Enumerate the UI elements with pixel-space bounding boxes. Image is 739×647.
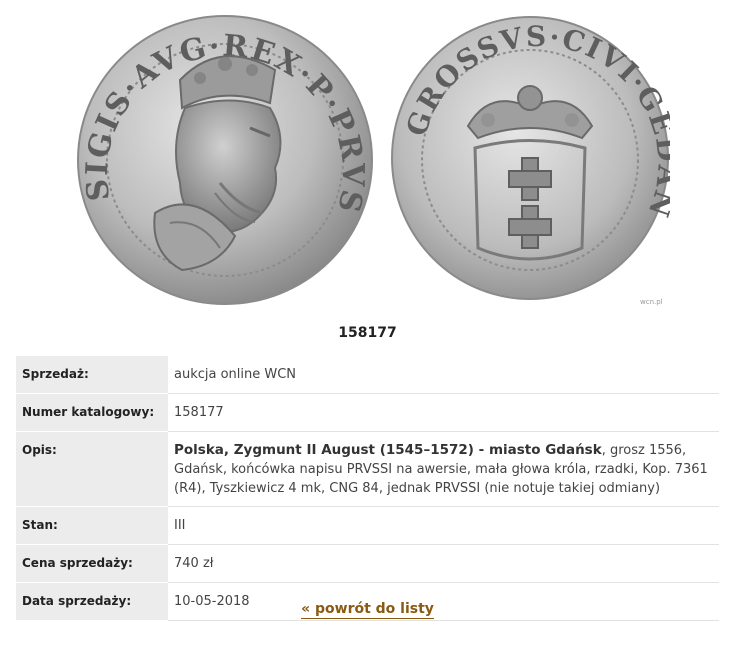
details-label: Stan: <box>16 506 168 545</box>
details-value: 740 zł <box>168 544 719 583</box>
details-label: Sprzedaż: <box>16 356 168 394</box>
details-row-description: Opis: Polska, Zygmunt II August (1545–15… <box>16 431 719 507</box>
watermark: wcn.pl <box>640 298 663 306</box>
details-label: Cena sprzedaży: <box>16 544 168 583</box>
back-to-list-link[interactable]: « powrót do listy <box>301 601 434 619</box>
details-row-condition: Stan: III <box>16 506 719 545</box>
description-title: Polska, Zygmunt II August (1545–1572) - … <box>174 442 602 458</box>
details-value: III <box>168 506 719 545</box>
details-label: Opis: <box>16 431 168 507</box>
details-value: aukcja online WCN <box>168 356 719 394</box>
details-value: Polska, Zygmunt II August (1545–1572) - … <box>168 431 719 507</box>
lot-details-table: Sprzedaż: aukcja online WCN Numer katalo… <box>16 356 719 621</box>
lot-number: 158177 <box>338 325 397 341</box>
details-row-catalog-number: Numer katalogowy: 158177 <box>16 393 719 432</box>
details-row-price: Cena sprzedaży: 740 zł <box>16 544 719 583</box>
coin-photo: SIGIS·AVG·REX·P·PRVSSI GROSSVS·CIVI·GEDA… <box>70 8 670 313</box>
details-value: 158177 <box>168 393 719 432</box>
details-row-sale: Sprzedaż: aukcja online WCN <box>16 356 719 394</box>
back-link-wrapper: « powrót do listy <box>0 598 735 619</box>
details-label: Numer katalogowy: <box>16 393 168 432</box>
coin-obverse: SIGIS·AVG·REX·P·PRVSSI <box>70 8 373 305</box>
